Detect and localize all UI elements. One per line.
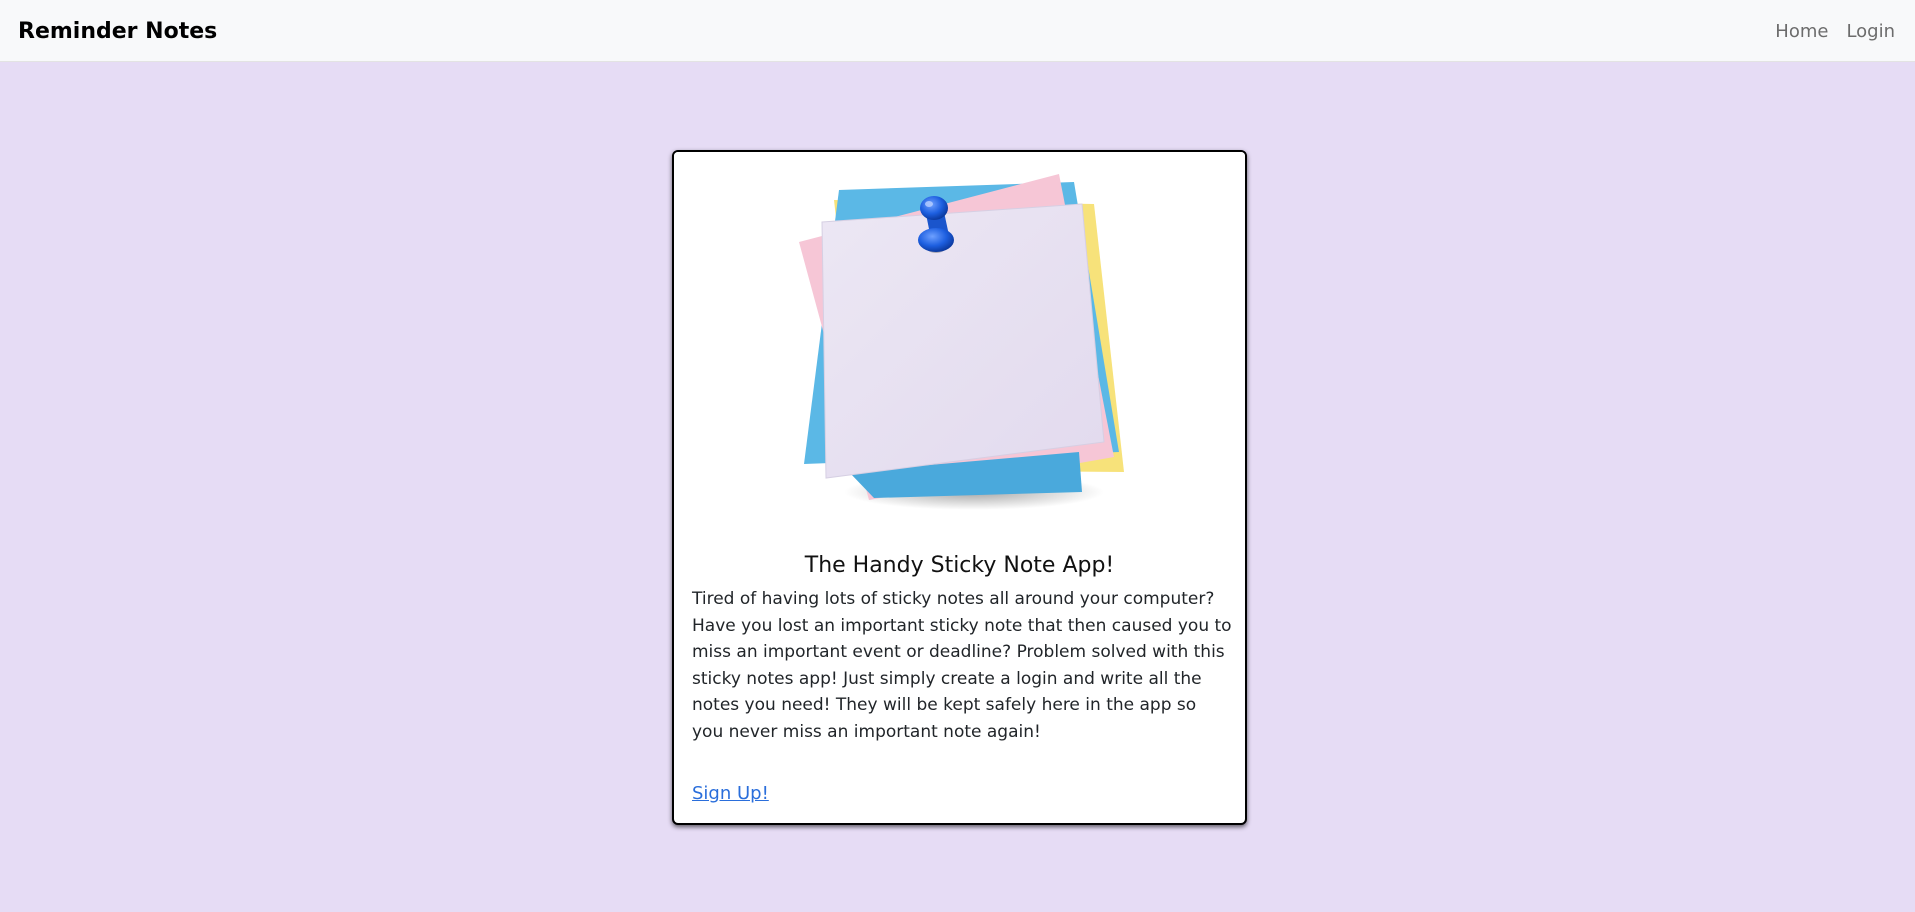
card-description: Tired of having lots of sticky notes all… [692, 589, 1232, 742]
brand-logo-text[interactable]: Reminder Notes [18, 19, 217, 45]
navbar: Reminder Notes Home Login [0, 0, 1915, 62]
nav-link-home[interactable]: Home [1775, 20, 1828, 44]
intro-card: The Handy Sticky Note App! Tired of havi… [672, 150, 1247, 825]
signup-link[interactable]: Sign Up! [692, 782, 769, 806]
sticky-notes-image [674, 152, 1245, 522]
nav-links: Home Login [1775, 20, 1895, 44]
card-title: The Handy Sticky Note App! [804, 553, 1115, 578]
nav-link-login[interactable]: Login [1846, 20, 1895, 44]
